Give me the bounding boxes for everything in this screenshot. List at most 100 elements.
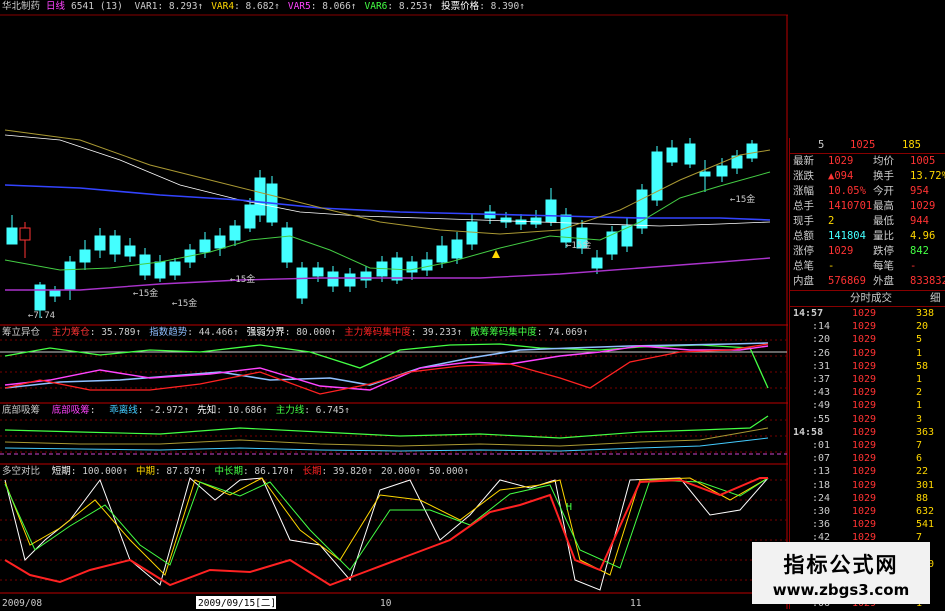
indicator-value: : -2.972↑	[137, 405, 190, 416]
quote-label: 最高	[873, 200, 894, 212]
indicator-name: 强弱分界	[246, 327, 285, 338]
candle-body	[79, 249, 91, 263]
quote-row: 总笔 - 每笔 -	[790, 259, 945, 274]
indicator-value: 50.000↑	[429, 466, 470, 477]
panel1-indicator: 强弱分界: 80.000↑	[247, 327, 345, 338]
candle-body	[244, 204, 256, 229]
quote-row: 总额 141804 量比 4.96	[790, 229, 945, 244]
candle-body	[154, 261, 166, 279]
quote-value: 1029	[910, 200, 936, 212]
quote-label: 跌停	[873, 245, 894, 257]
indicator-name: 投票价格	[441, 1, 480, 12]
quote-top-2: 1025	[850, 139, 876, 151]
quote-value: -	[910, 260, 917, 272]
quote-value: 576869	[828, 275, 866, 287]
candle-body	[34, 284, 46, 311]
candle-body	[666, 147, 678, 163]
indicator-value: : 6.745↑	[304, 405, 350, 416]
quote-label: 换手	[873, 170, 894, 182]
quote-value: 4.96	[910, 230, 936, 242]
date-axis-label: 10	[380, 598, 392, 609]
indicator-name: 长期	[302, 466, 322, 477]
panel2-indicator: 乖离线: -2.972↑	[109, 405, 197, 416]
ticks-header: 分时成交 细	[790, 290, 945, 307]
indicator-name: 散筹筹码集中度	[470, 327, 537, 338]
candle-body	[296, 267, 308, 299]
candle-body	[312, 267, 324, 277]
indicator-value: : 100.000↑	[70, 466, 128, 477]
quote-row: 涨幅 10.05% 今开 954	[790, 184, 945, 199]
annotation-label: ←15金	[133, 287, 158, 299]
panel2-indicator: 底部吸筹:	[52, 405, 109, 416]
quote-label: 内盘	[793, 275, 814, 287]
candle-body	[421, 259, 433, 271]
panel1-header: 筹立异仓 主力筹仓: 35.789↑ 指数趋势: 44.466↑ 强弱分界: 80.…	[2, 327, 602, 339]
quote-label: 最新	[793, 155, 814, 167]
main-indicator: VAR6: 8.253↑	[365, 1, 442, 12]
quote-value: 1410701	[828, 200, 873, 212]
candle-body	[254, 177, 266, 216]
quote-label: 总手	[793, 200, 814, 212]
indicator-value: :	[89, 405, 102, 416]
annotation-label: ←15金	[172, 297, 197, 309]
quote-label: 涨跌	[793, 170, 814, 182]
stock-name: 华北制药	[2, 1, 41, 12]
panel1-indicator: 主力筹码集中度: 39.233↑	[344, 327, 470, 338]
candle-body	[344, 273, 356, 287]
candle-body	[699, 171, 711, 177]
indicator-name: VAR6	[364, 1, 388, 12]
candle-body	[716, 165, 728, 177]
candle-body	[606, 231, 618, 255]
quote-value: 954	[910, 185, 929, 197]
indicator-value: : 35.789↑	[89, 327, 142, 338]
quote-value: 1029	[828, 155, 854, 167]
candle-body	[360, 271, 372, 281]
main-indicator: VAR1: 8.293↑	[135, 1, 212, 12]
panel1-indicator: 主力筹仓: 35.789↑	[52, 327, 150, 338]
indicator-value: : 39.233↑	[410, 327, 463, 338]
quote-row: 涨跌 ▲094 换手 13.72%	[790, 169, 945, 184]
annotation-label: ←15金	[730, 193, 755, 205]
indicator-value: : 8.390↑	[479, 1, 525, 12]
candle-body	[169, 261, 181, 276]
date-axis-label: 11	[630, 598, 642, 609]
chart-area[interactable]: ←15金 ←15金 ←15金 ←15金 ←15金 ←7.74 H 2009/08 2009/09…	[0, 0, 788, 609]
quote-row: 内盘 576869 外盘 833832	[790, 274, 945, 289]
main-indicator: VAR4: 8.682↑	[211, 1, 288, 12]
candle-body	[281, 227, 293, 263]
indicator-name: 乖离线	[109, 405, 138, 416]
candle-body	[684, 143, 696, 165]
quote-label: 涨幅	[793, 185, 814, 197]
period-label: 日线	[46, 1, 66, 12]
annotation-label: ←15金	[566, 239, 591, 251]
candle-body	[327, 271, 339, 287]
indicator-name: 底部吸筹	[51, 405, 90, 416]
indicator-name: VAR5	[287, 1, 311, 12]
indicator-value: : 8.253↑	[387, 1, 434, 12]
panel3-header: 多空对比 短期: 100.000↑ 中期: 87.879↑ 中长期: 86.170↑…	[2, 466, 483, 478]
date-axis-label: 2009/08	[2, 598, 42, 609]
quote-value: 833832	[910, 275, 945, 287]
candle-body	[229, 225, 241, 241]
panel2-indicator: 主力线: 6.745↑	[276, 405, 358, 416]
p3-green	[4, 477, 769, 571]
candle-body	[746, 143, 758, 159]
quote-value: 10.05%	[828, 185, 866, 197]
candle-body	[139, 254, 151, 276]
stock-flag: (13)	[99, 1, 123, 12]
candle-body	[64, 261, 76, 291]
panel2-indicators: 底部吸筹: 乖离线: -2.972↑ 先知: 10.686↑ 主力线: 6.745↑	[52, 405, 358, 416]
panel1-indicator: 指数趋势: 44.466↑	[149, 327, 247, 338]
quote-label: 量比	[873, 230, 894, 242]
quote-label: 涨停	[793, 245, 814, 257]
indicator-value: 20.000↑	[380, 466, 422, 477]
ticks-header-detail[interactable]: 细	[930, 291, 941, 306]
panel3-indicator: 中期: 87.879↑	[136, 466, 215, 477]
candle-body	[94, 235, 106, 251]
quote-label: 最低	[873, 215, 894, 227]
indicator-name: 短期	[51, 466, 71, 477]
quote-label: 总笔	[793, 260, 814, 272]
candle-body	[406, 261, 418, 273]
chart-canvas[interactable]: ←15金 ←15金 ←15金 ←15金 ←15金 ←7.74 H 2009/08 2009/09…	[0, 0, 788, 609]
panel3-indicator: 中长期: 86.170↑	[214, 466, 302, 477]
